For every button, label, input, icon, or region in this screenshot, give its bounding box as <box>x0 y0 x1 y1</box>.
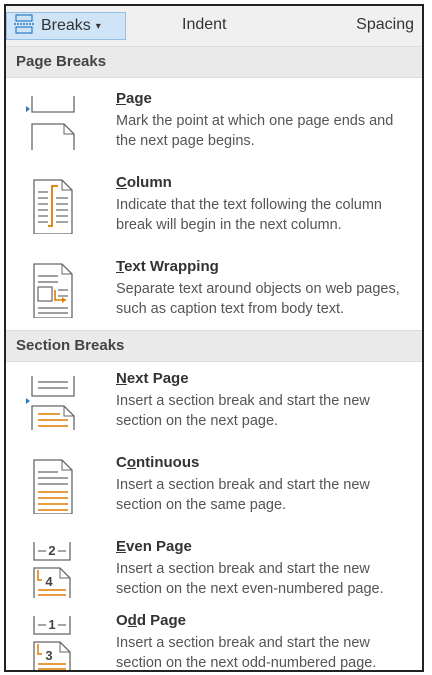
ribbon-bar: Breaks ▾ Indent Spacing <box>6 6 422 47</box>
menu-item-even-page[interactable]: 2 4 Even Page Insert a section break and… <box>6 538 422 602</box>
odd-page-number-top: 1 <box>48 617 55 632</box>
menu-item-title: Odd Page <box>116 612 187 629</box>
menu-item-column[interactable]: Column Indicate that the text following … <box>6 174 422 248</box>
indent-label: Indent <box>182 16 227 33</box>
odd-page-number-bottom: 3 <box>45 648 52 663</box>
page-break-icon <box>26 96 75 150</box>
menu-item-title: Even Page <box>116 538 192 555</box>
breaks-label: Breaks <box>41 17 91 34</box>
menu-item-description: Insert a section break and start the new… <box>116 561 384 597</box>
menu-item-description: Insert a section break and start the new… <box>116 393 370 429</box>
even-page-number-top: 2 <box>48 543 55 558</box>
even-page-number-bottom: 4 <box>45 574 53 589</box>
breaks-menu: Breaks ▾ Indent Spacing Page Breaks Page… <box>4 4 424 672</box>
menu-item-description: Insert a section break and start the new… <box>116 635 377 671</box>
menu-item-description: Separate text around objects on web page… <box>116 281 400 317</box>
column-break-icon <box>33 179 73 234</box>
text-wrapping-icon <box>33 263 73 318</box>
next-page-icon <box>26 376 75 430</box>
menu-item-title: Page <box>116 90 152 107</box>
spacing-label: Spacing <box>356 16 414 33</box>
menu-item-text-wrapping[interactable]: Text Wrapping Separate text around objec… <box>6 258 422 332</box>
page-breaks-header: Page Breaks <box>6 46 422 78</box>
menu-item-description: Mark the point at which one page ends an… <box>116 113 394 149</box>
menu-item-title: Next Page <box>116 370 189 387</box>
menu-item-title: Column <box>116 174 172 191</box>
menu-item-description: Insert a section break and start the new… <box>116 477 370 513</box>
odd-page-icon: 1 3 <box>33 616 71 670</box>
even-page-icon: 2 4 <box>33 542 71 598</box>
chevron-down-icon: ▾ <box>95 20 101 32</box>
menu-item-title: Continuous <box>116 454 200 471</box>
section-breaks-header: Section Breaks <box>6 330 422 362</box>
menu-item-odd-page[interactable]: 1 3 Odd Page Insert a section break and … <box>6 612 422 671</box>
menu-item-description: Indicate that the text following the col… <box>116 197 382 233</box>
menu-item-title: Text Wrapping <box>116 258 219 275</box>
breaks-button[interactable]: Breaks ▾ <box>6 12 126 40</box>
continuous-icon <box>33 459 73 514</box>
breaks-icon <box>13 13 35 39</box>
menu-item-next-page[interactable]: Next Page Insert a section break and sta… <box>6 370 422 444</box>
menu-item-page[interactable]: Page Mark the point at which one page en… <box>6 90 422 164</box>
menu-item-continuous[interactable]: Continuous Insert a section break and st… <box>6 454 422 528</box>
